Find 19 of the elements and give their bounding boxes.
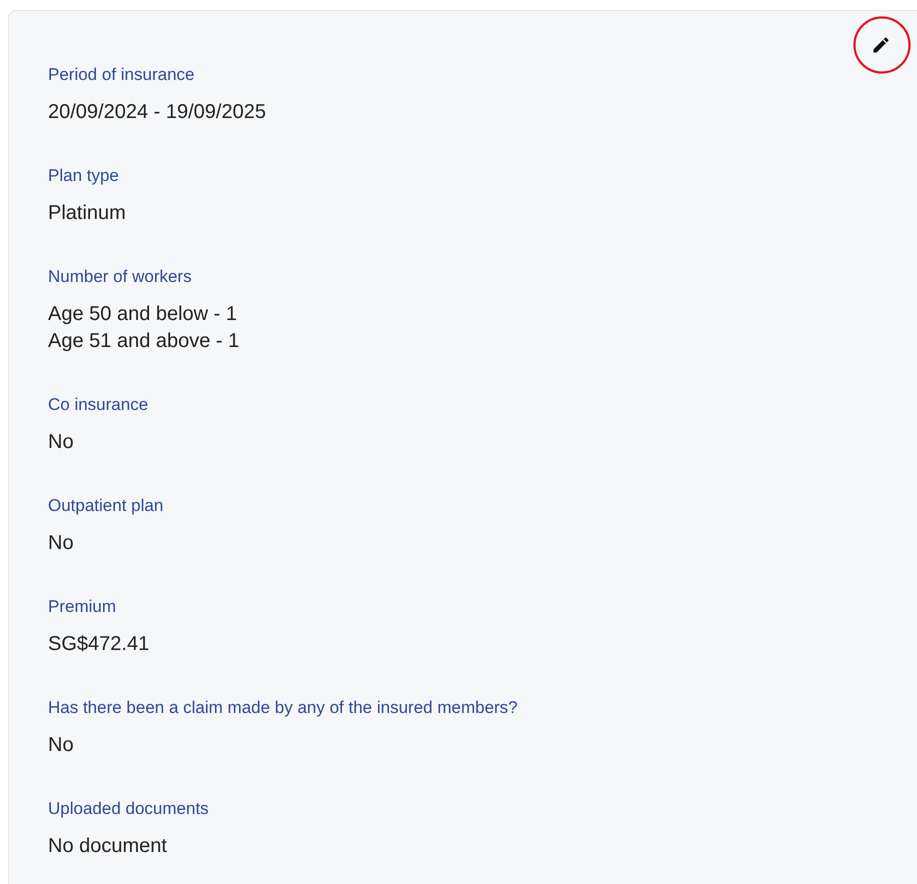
field-value: No (48, 733, 75, 758)
field-value: No (48, 430, 75, 455)
field-value: No (48, 531, 75, 556)
field-label: Period of insurance (48, 64, 196, 86)
field-label: Uploaded documents (48, 798, 210, 820)
pencil-icon (871, 35, 891, 55)
field-label: Co insurance (48, 394, 150, 416)
field-value: 20/09/2024 - 19/09/2025 (48, 100, 267, 125)
field-label: Premium (48, 596, 118, 618)
field-value: Age 51 and above - 1 (48, 329, 240, 354)
field-label: Plan type (48, 165, 120, 187)
field-label: Outpatient plan (48, 495, 164, 517)
field-value: SG$472.41 (48, 632, 150, 657)
field-label: Has there been a claim made by any of the insured members? (48, 697, 519, 719)
field-value: No document (48, 834, 168, 859)
field-value: Platinum (48, 201, 127, 226)
field-label: Number of workers (48, 266, 193, 288)
highlight-circle (853, 16, 911, 74)
field-value: Age 50 and below - 1 (48, 302, 238, 327)
